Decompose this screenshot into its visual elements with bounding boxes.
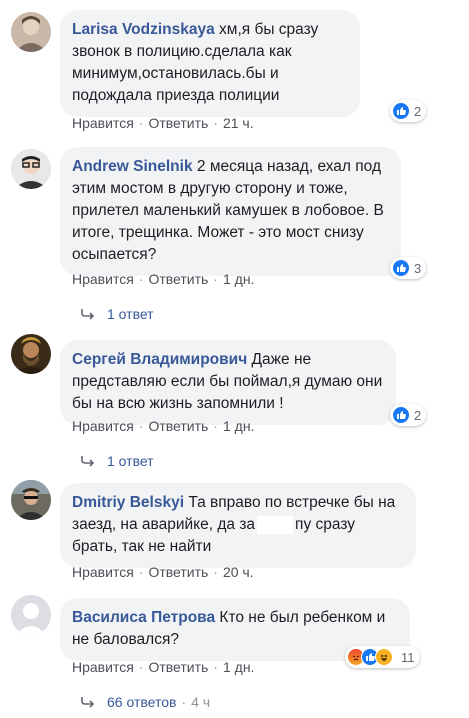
reactions-summary[interactable]: 11: [345, 646, 420, 668]
haha-icon: [375, 648, 393, 666]
view-replies-link[interactable]: 1 ответ: [80, 453, 154, 469]
avatar[interactable]: [11, 149, 51, 189]
reply-arrow-icon: [81, 309, 95, 320]
comment-author[interactable]: Василиса Петрова: [72, 609, 215, 626]
reply-link[interactable]: Ответить: [148, 418, 208, 434]
comment-author[interactable]: Andrew Sinelnik: [72, 158, 193, 175]
reply-link[interactable]: Ответить: [148, 115, 208, 131]
avatar[interactable]: [11, 334, 51, 374]
comment-bubble: Сергей Владимирович Даже не представляю …: [60, 340, 396, 425]
comment-bubble: Dmitriy Belskyi Та вправо по встречке бы…: [60, 483, 416, 568]
reactions-summary[interactable]: 3: [390, 257, 427, 279]
comment-actions: Нравится · Ответить · 1 дн.: [72, 271, 255, 287]
comment-author[interactable]: Сергей Владимирович: [72, 351, 247, 368]
reaction-count: 2: [414, 407, 422, 423]
replies-timestamp: 4 ч: [191, 694, 211, 710]
avatar[interactable]: [11, 12, 51, 52]
replies-count[interactable]: 1 ответ: [107, 453, 154, 469]
comment-actions: Нравится · Ответить · 1 дн.: [72, 418, 255, 434]
reaction-count: 11: [401, 649, 415, 665]
replies-count[interactable]: 1 ответ: [107, 306, 154, 322]
timestamp[interactable]: 1 дн.: [223, 271, 254, 287]
like-icon: [392, 259, 410, 277]
view-replies-link[interactable]: 66 ответов · 4 ч: [80, 694, 210, 710]
reply-arrow-icon: [81, 697, 95, 708]
comment-actions: Нравится · Ответить · 21 ч.: [72, 115, 254, 131]
like-link[interactable]: Нравится: [72, 115, 134, 131]
reaction-count: 2: [414, 103, 422, 119]
reactions-summary[interactable]: 2: [390, 100, 427, 122]
like-link[interactable]: Нравится: [72, 659, 134, 675]
like-link[interactable]: Нравится: [72, 418, 134, 434]
timestamp[interactable]: 1 дн.: [223, 659, 254, 675]
redaction-block: [257, 515, 294, 534]
replies-count[interactable]: 66 ответов: [107, 694, 176, 710]
like-link[interactable]: Нравится: [72, 271, 134, 287]
reply-link[interactable]: Ответить: [148, 564, 208, 580]
avatar[interactable]: [11, 595, 51, 635]
comment-actions: Нравится · Ответить · 20 ч.: [72, 564, 254, 580]
reply-link[interactable]: Ответить: [148, 271, 208, 287]
timestamp[interactable]: 21 ч.: [223, 115, 254, 131]
timestamp[interactable]: 1 дн.: [223, 418, 254, 434]
reaction-count: 3: [414, 260, 422, 276]
timestamp[interactable]: 20 ч.: [223, 564, 254, 580]
reactions-summary[interactable]: 2: [390, 404, 427, 426]
comment-bubble: Larisa Vodzinskaya хм,я бы сразу звонок …: [60, 10, 360, 117]
like-link[interactable]: Нравится: [72, 564, 134, 580]
comment-author[interactable]: Dmitriy Belskyi: [72, 494, 184, 511]
reply-link[interactable]: Ответить: [148, 659, 208, 675]
reply-arrow-icon: [81, 456, 95, 467]
comment-author[interactable]: Larisa Vodzinskaya: [72, 21, 215, 38]
view-replies-link[interactable]: 1 ответ: [80, 306, 154, 322]
like-icon: [392, 406, 410, 424]
avatar[interactable]: [11, 480, 51, 520]
like-icon: [392, 102, 410, 120]
comment-bubble: Andrew Sinelnik 2 месяца назад, ехал под…: [60, 147, 401, 276]
comment-actions: Нравится · Ответить · 1 дн.: [72, 659, 255, 675]
